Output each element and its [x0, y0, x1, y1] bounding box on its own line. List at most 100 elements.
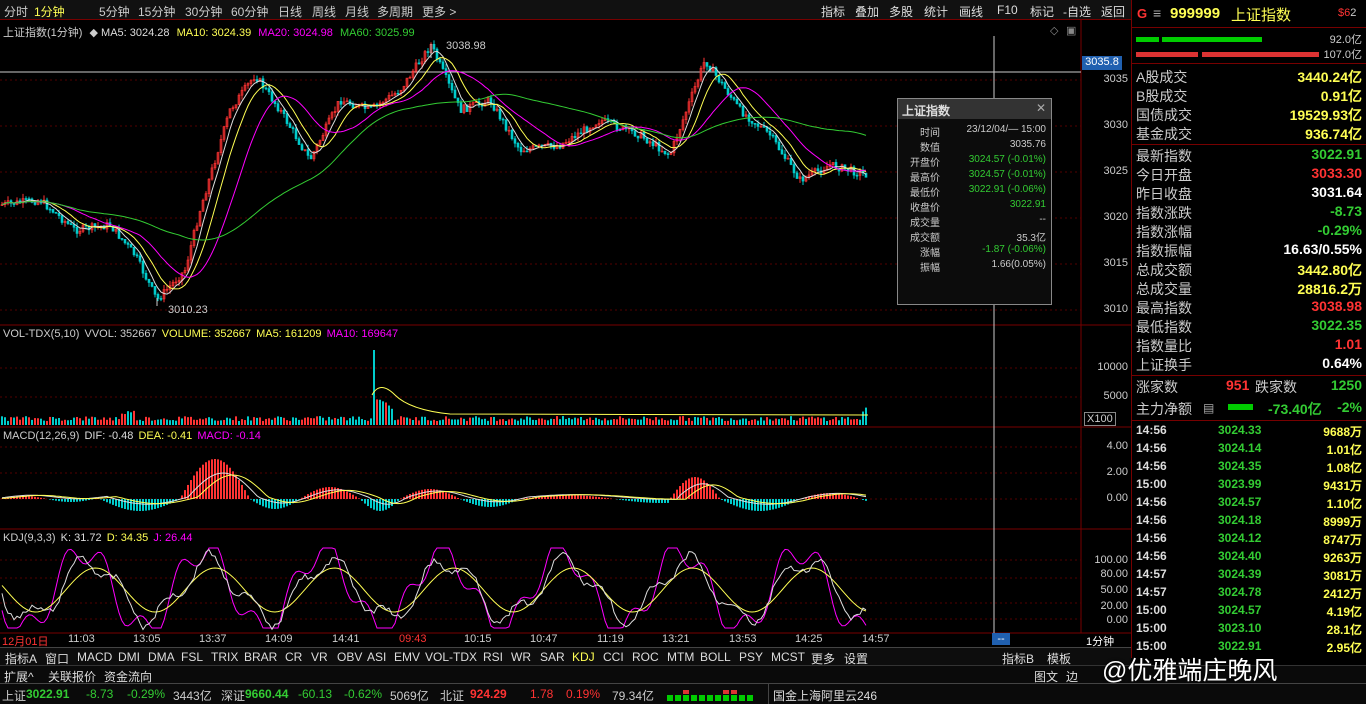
indicator-tab[interactable]: DMA	[148, 650, 175, 664]
volume-bar	[196, 419, 198, 425]
candle-body	[453, 89, 457, 99]
volume-bar	[604, 418, 606, 425]
indicator-tab[interactable]: SAR	[540, 650, 565, 664]
macd-axis-label: 2.00	[1106, 466, 1128, 478]
candle-body	[120, 238, 124, 240]
k-value: K: 31.72	[60, 532, 102, 544]
indicator-tab[interactable]: RSI	[483, 650, 503, 664]
volume-bar	[457, 419, 459, 425]
j-value: J: 26.44	[153, 532, 193, 544]
indicator-tab[interactable]: VR	[311, 650, 328, 664]
indicator-tab[interactable]: PSY	[739, 650, 763, 664]
indicator-tab[interactable]: VOL-TDX	[425, 650, 477, 664]
candle-body	[573, 136, 577, 138]
macd-bar	[592, 496, 594, 499]
volume-bar	[676, 419, 678, 425]
macd-bar	[253, 499, 255, 502]
indicator-tab[interactable]: CR	[285, 650, 302, 664]
volume-bar	[151, 420, 153, 425]
indicator-tab[interactable]: ASI	[367, 650, 386, 664]
volume-bar	[538, 418, 540, 425]
macd-bar	[274, 499, 276, 509]
volume-bar	[775, 418, 777, 425]
macd-bar	[235, 475, 237, 499]
volume-bar	[409, 418, 411, 425]
candle-body	[255, 79, 259, 82]
indicator-tab[interactable]: MTM	[667, 650, 694, 664]
volume-bar	[451, 419, 453, 425]
volume-bar	[373, 350, 375, 425]
indicator-tab[interactable]: BRAR	[244, 650, 277, 664]
indicator-tab[interactable]: CCI	[603, 650, 624, 664]
candle-body	[288, 123, 292, 128]
data-window-row: 数值 3035.76	[920, 139, 1046, 154]
diamond-outline-icon[interactable]: ◇	[1050, 24, 1058, 37]
macd-bar	[349, 493, 351, 499]
server-name[interactable]: 国金上海阿里云246	[773, 687, 877, 704]
indicator-tab[interactable]: FSL	[181, 650, 203, 664]
volume-bar	[865, 407, 867, 425]
collapse-icon[interactable]: ▣	[1066, 24, 1076, 37]
indicator-tab[interactable]: MACD	[77, 650, 112, 664]
candle-body	[645, 137, 649, 144]
volume-bar	[700, 417, 702, 425]
close-icon[interactable]: ✕	[1036, 101, 1046, 115]
macd-bar	[136, 499, 138, 511]
volume-bar	[796, 420, 798, 425]
menu-icon[interactable]: ≡	[1153, 5, 1161, 21]
indicator-tab[interactable]: EMV	[394, 650, 420, 664]
volume-bar	[673, 420, 675, 425]
candle-body	[720, 81, 724, 84]
indicator-tab[interactable]: BOLL	[700, 650, 731, 664]
macd-bar	[763, 499, 765, 511]
indicator-tab[interactable]: WR	[511, 650, 531, 664]
ma-line	[1, 57, 867, 290]
volume-bar	[712, 417, 714, 425]
vol-unit: X100	[1084, 412, 1116, 426]
candle-body	[579, 132, 583, 135]
data-window-row: 最高价 3024.57 (-0.01%)	[910, 169, 1046, 184]
price-axis-label: 3025	[1103, 165, 1128, 177]
indicator-tab[interactable]: MCST	[771, 650, 805, 664]
volume-bar	[583, 420, 585, 425]
candle-body	[153, 286, 157, 295]
g-icon: G	[1137, 6, 1148, 21]
macd-bar	[709, 486, 711, 499]
time-axis: 12月01日 11:03 13:05 13:37 14:09 14:41 09:…	[0, 633, 1131, 648]
indicator-tab[interactable]: OBV	[337, 650, 362, 664]
indicator-tab[interactable]: DMI	[118, 650, 140, 664]
dif-value: DIF: -0.48	[84, 430, 134, 442]
candle-body	[132, 246, 136, 256]
volume-bar	[382, 401, 384, 425]
candle-body	[510, 129, 514, 140]
volume-bar	[460, 417, 462, 425]
price-axis-label: 3035	[1103, 73, 1128, 85]
volume-bar	[175, 420, 177, 425]
macd-bar	[697, 477, 699, 499]
candle-body	[297, 138, 301, 145]
indicator-tab[interactable]: ROC	[632, 650, 659, 664]
volume-bar	[85, 416, 87, 425]
flow-value: -73.40亿	[1268, 401, 1322, 417]
volume-bar	[106, 419, 108, 425]
volume-value: VOLUME: 352667	[161, 328, 251, 340]
tick-row: 14:56 3024.35 1.08亿	[1136, 459, 1362, 475]
tick-row: 15:00 3024.57 4.19亿	[1136, 603, 1362, 619]
time-label: 14:25	[795, 633, 823, 645]
volume-bar	[823, 417, 825, 425]
volume-bar	[739, 419, 741, 425]
sz-percent: -0.62%	[344, 687, 383, 701]
volume-bar	[169, 420, 171, 425]
top-bar-value: 92.0亿	[1329, 34, 1362, 46]
candle-body	[666, 153, 670, 156]
indicator-tab-active[interactable]: KDJ	[572, 650, 595, 664]
volume-bar	[607, 420, 609, 425]
list-icon[interactable]: ▤	[1203, 401, 1214, 415]
volume-bar	[709, 420, 711, 425]
stat-row: 国债成交 19529.93亿	[1136, 107, 1362, 123]
indicator-tab[interactable]: TRIX	[211, 650, 238, 664]
data-window-row: 涨幅 -1.87 (-0.06%)	[920, 244, 1046, 259]
volume-bar	[244, 420, 246, 425]
volume-bar	[7, 420, 9, 425]
volume-bar	[547, 420, 549, 425]
